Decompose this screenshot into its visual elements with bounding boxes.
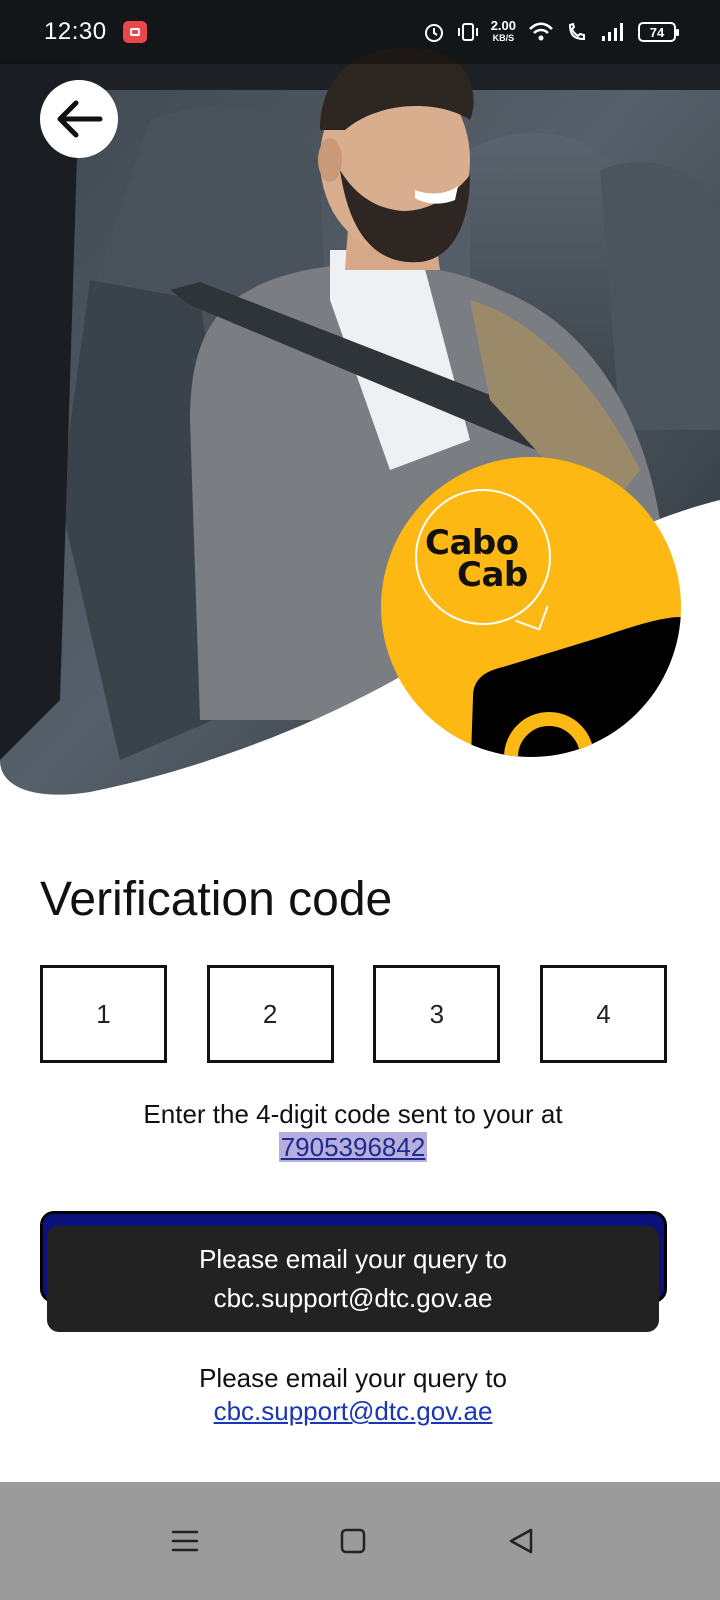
status-icons: 2.00 KB/S 74 (423, 18, 679, 44)
hint-text: Enter the 4-digit code sent to your at (143, 1099, 563, 1129)
wifi-call-icon (568, 22, 585, 41)
back-nav-button[interactable] (499, 1519, 543, 1563)
code-hint: Enter the 4-digit code sent to your at 7… (0, 1098, 706, 1164)
support-info: Please email your query to cbc.support@d… (0, 1362, 706, 1428)
code-digit-4[interactable]: 4 (539, 965, 667, 1063)
car-icon (471, 617, 681, 757)
phone-number[interactable]: 7905396842 (278, 1132, 428, 1162)
home-button[interactable] (331, 1519, 375, 1563)
back-button[interactable] (40, 80, 118, 158)
menu-icon (171, 1530, 199, 1552)
status-bar: 12:30 2.00 KB/S 74 (0, 0, 720, 64)
code-input-row: 1 2 3 4 (40, 965, 667, 1063)
support-text: Please email your query to (199, 1363, 507, 1393)
vibrate-icon (457, 23, 478, 41)
back-triangle-icon (509, 1528, 533, 1554)
status-time: 12:30 (44, 18, 107, 45)
code-digit-2[interactable]: 2 (206, 965, 334, 1063)
screen-record-icon (122, 21, 147, 43)
system-nav-bar (0, 1482, 720, 1600)
network-speed: 2.00 KB/S (490, 18, 516, 43)
code-digit-3[interactable]: 3 (373, 965, 501, 1063)
battery-icon: 74 (638, 22, 679, 42)
support-email-link[interactable]: cbc.support@dtc.gov.ae (214, 1396, 493, 1426)
home-square-icon (340, 1528, 366, 1554)
cabo-cab-logo: Cabo Cab (381, 457, 681, 757)
page-title: Verification code (40, 873, 393, 926)
menu-button[interactable] (163, 1519, 207, 1563)
toast-line-2: cbc.support@dtc.gov.ae (213, 1283, 493, 1313)
code-digit-1[interactable]: 1 (40, 965, 167, 1063)
arrow-left-icon (57, 100, 103, 138)
wifi-icon (529, 22, 553, 41)
signal-icon (602, 23, 623, 41)
toast-line-1: Please email your query to (199, 1244, 507, 1274)
toast-message: Please email your query to cbc.support@d… (47, 1226, 659, 1332)
alarm-icon (424, 24, 443, 42)
